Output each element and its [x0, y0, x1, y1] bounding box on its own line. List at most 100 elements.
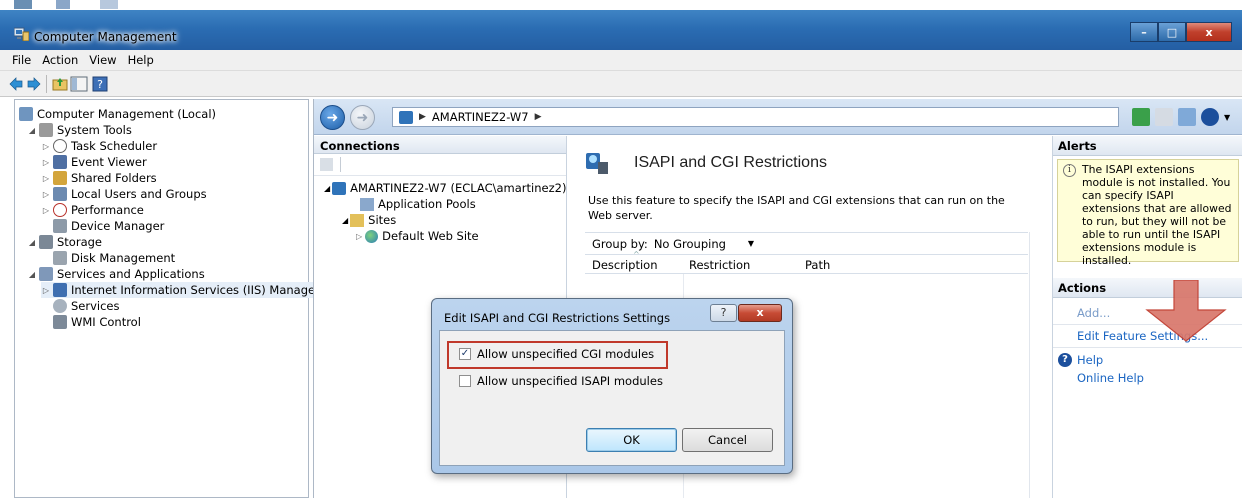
scrollbar[interactable]: [1029, 232, 1047, 498]
disk-icon: [53, 251, 67, 265]
tree-node-iis-manager[interactable]: ▷ Internet Information Services (IIS) Ma…: [41, 282, 324, 298]
tree-label: Task Scheduler: [71, 139, 158, 153]
menu-view[interactable]: View: [89, 53, 116, 67]
address-bar: ➜ ➜ ▶ AMARTINEZ2-W7 ▶ ▼: [314, 99, 1242, 135]
home-icon[interactable]: [1178, 108, 1196, 126]
collapsed-icon[interactable]: ▷: [41, 286, 51, 295]
minimize-button[interactable]: –: [1130, 22, 1158, 42]
tree-node-services-apps[interactable]: ◢ Services and Applications: [27, 266, 205, 282]
chevron-down-icon[interactable]: ▼: [748, 239, 754, 248]
tree-node-disk-management[interactable]: Disk Management: [53, 250, 175, 266]
allow-isapi-option[interactable]: Allow unspecified ISAPI modules: [459, 374, 663, 388]
chevron-right-icon: ▶: [419, 112, 426, 122]
breadcrumb[interactable]: ▶ AMARTINEZ2-W7 ▶: [392, 107, 1119, 127]
page-title: ISAPI and CGI Restrictions: [634, 154, 827, 171]
tree-node-shared-folders[interactable]: ▷ Shared Folders: [41, 170, 157, 186]
tree-node-storage[interactable]: ◢ Storage: [27, 234, 102, 250]
group-by-select[interactable]: No Grouping: [654, 237, 726, 251]
collapsed-icon[interactable]: ▷: [356, 232, 362, 241]
tree-node-system-tools[interactable]: ◢ System Tools: [27, 122, 132, 138]
tree-label: Disk Management: [71, 251, 176, 265]
users-icon: [53, 187, 67, 201]
tree-label: Event Viewer: [71, 155, 147, 169]
server-icon: [399, 111, 413, 124]
up-level-icon[interactable]: [320, 158, 333, 171]
action-separator: [1053, 347, 1242, 348]
forward-arrow-icon[interactable]: [26, 75, 42, 93]
window-titlebar[interactable]: Computer Management – □ x: [0, 10, 1242, 50]
collapsed-icon[interactable]: ▷: [41, 190, 51, 199]
tree-node-task-scheduler[interactable]: ▷ Task Scheduler: [41, 138, 157, 154]
collapsed-icon[interactable]: ▷: [41, 174, 51, 183]
conn-node-app-pools[interactable]: Application Pools: [360, 196, 476, 212]
expanded-icon[interactable]: ◢: [27, 238, 37, 247]
tree-node-services[interactable]: Services: [53, 298, 120, 314]
wmi-icon: [53, 315, 67, 329]
cancel-button[interactable]: Cancel: [682, 428, 773, 452]
help-book-icon[interactable]: ?: [92, 75, 108, 93]
tree-node-performance[interactable]: ▷ Performance: [41, 202, 144, 218]
window-title: Computer Management: [34, 30, 177, 44]
online-help-link[interactable]: Online Help: [1077, 371, 1144, 385]
chevron-down-icon[interactable]: ▼: [1224, 113, 1230, 122]
conn-node-server[interactable]: ◢ AMARTINEZ2-W7 (ECLAC\amartinez2): [324, 180, 566, 196]
dialog-close-button[interactable]: x: [738, 304, 782, 322]
tree-label: Internet Information Services (IIS) Mana…: [71, 283, 320, 297]
dialog-help-button[interactable]: ?: [710, 304, 737, 322]
desktop-strip: [0, 0, 1242, 10]
annotation-arrow-icon: [1145, 280, 1227, 342]
stop-icon[interactable]: [1155, 108, 1173, 126]
tree-node-local-users[interactable]: ▷ Local Users and Groups: [41, 186, 207, 202]
help-action-link[interactable]: Help: [1077, 353, 1103, 367]
allow-isapi-label[interactable]: Allow unspecified ISAPI modules: [477, 374, 663, 388]
up-folder-icon[interactable]: [52, 75, 68, 93]
tree-label: Services: [71, 299, 120, 313]
svg-text:?: ?: [97, 78, 103, 91]
conn-node-sites[interactable]: ◢ Sites: [342, 212, 396, 228]
tree-label: Performance: [71, 203, 144, 217]
expanded-icon[interactable]: ◢: [342, 216, 348, 225]
collapsed-icon[interactable]: ▷: [41, 142, 51, 151]
menu-file[interactable]: File: [12, 53, 31, 67]
column-path[interactable]: Path: [805, 258, 830, 272]
tree-node-event-viewer[interactable]: ▷ Event Viewer: [41, 154, 147, 170]
chevron-right-icon[interactable]: ▶: [535, 112, 542, 122]
close-button[interactable]: x: [1186, 22, 1232, 42]
tree-node-device-manager[interactable]: Device Manager: [53, 218, 164, 234]
help-icon[interactable]: [1201, 108, 1219, 126]
menu-action[interactable]: Action: [42, 53, 78, 67]
maximize-button[interactable]: □: [1158, 22, 1186, 42]
allow-cgi-option[interactable]: ✓ Allow unspecified CGI modules: [459, 347, 654, 361]
refresh-icon[interactable]: [1132, 108, 1150, 126]
storage-icon: [39, 235, 53, 249]
breadcrumb-server[interactable]: AMARTINEZ2-W7: [432, 110, 529, 124]
forward-button[interactable]: ➜: [350, 105, 375, 130]
add-action-link[interactable]: Add...: [1077, 306, 1110, 320]
expanded-icon[interactable]: ◢: [324, 184, 330, 193]
tree-label: Application Pools: [378, 197, 476, 211]
back-arrow-icon[interactable]: [8, 75, 24, 93]
dialog-body: ✓ Allow unspecified CGI modules Allow un…: [439, 330, 785, 466]
collapsed-icon[interactable]: ▷: [41, 206, 51, 215]
conn-node-default-site[interactable]: ▷ Default Web Site: [356, 228, 479, 244]
column-restriction[interactable]: Restriction: [689, 258, 750, 272]
column-description[interactable]: Description: [592, 258, 658, 272]
info-icon: i: [1063, 164, 1076, 177]
tree-node-wmi[interactable]: WMI Control: [53, 314, 141, 330]
menu-help[interactable]: Help: [128, 53, 154, 67]
allow-isapi-checkbox[interactable]: [459, 375, 471, 387]
tree-node-root[interactable]: Computer Management (Local): [19, 106, 216, 122]
expanded-icon[interactable]: ◢: [27, 270, 37, 279]
expanded-icon[interactable]: ◢: [27, 126, 37, 135]
isapi-cgi-icon: [586, 153, 608, 174]
back-arrow-icon: ➜: [326, 109, 339, 126]
allow-cgi-checkbox[interactable]: ✓: [459, 348, 471, 360]
ok-button[interactable]: OK: [586, 428, 677, 452]
dialog-title: Edit ISAPI and CGI Restrictions Settings: [444, 311, 671, 325]
tools-icon: [39, 123, 53, 137]
allow-cgi-label[interactable]: Allow unspecified CGI modules: [477, 347, 654, 361]
back-button[interactable]: ➜: [320, 105, 345, 130]
collapsed-icon[interactable]: ▷: [41, 158, 51, 167]
show-hide-console-tree-icon[interactable]: [70, 75, 88, 93]
performance-icon: [53, 203, 67, 217]
